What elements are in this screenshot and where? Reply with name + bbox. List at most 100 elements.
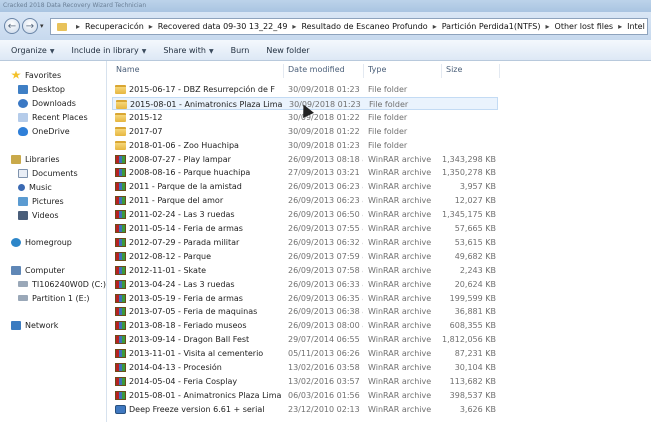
winrar-archive-icon — [115, 349, 126, 359]
nav-network[interactable]: Network — [11, 319, 58, 331]
file-name: 2012-08-12 - Parque — [129, 251, 212, 261]
file-row[interactable]: 2013-09-14 - Dragon Ball Fest 29/07/2014 … — [112, 333, 498, 346]
column-divider[interactable] — [441, 64, 442, 78]
column-divider[interactable] — [283, 64, 284, 78]
file-row[interactable]: 2013-04-24 - Las 3 ruedas 26/09/2013 06:3… — [112, 278, 498, 291]
file-row[interactable]: 2011 - Parque del amor 26/09/2013 06:23 a… — [112, 194, 498, 207]
command-bar: Organize ▼ Include in library ▼ Share with… — [0, 40, 651, 61]
winrar-archive-icon — [115, 335, 126, 345]
organize-button[interactable]: Organize ▼ — [11, 46, 54, 55]
file-date: 26/09/2013 06:35 a... — [288, 293, 363, 303]
breadcrumb-separator-icon[interactable]: ▸ — [433, 22, 437, 31]
nav-label: TI106240W0D (C:) — [32, 279, 107, 289]
breadcrumb-separator-icon[interactable]: ▸ — [618, 22, 622, 31]
winrar-archive-icon — [115, 279, 126, 289]
file-size: 2,243 KB — [459, 265, 496, 275]
file-date: 26/09/2013 06:23 a... — [288, 196, 363, 206]
column-header-date[interactable]: Date modified — [288, 65, 345, 77]
file-name: 2012-07-29 - Parada militar — [129, 237, 240, 247]
file-row[interactable]: 2013-07-05 - Feria de maquinas 26/09/2013… — [112, 305, 498, 318]
file-row[interactable]: 2015-08-01 - Animatronics Plaza Lima N..… — [112, 389, 498, 402]
breadcrumb-item[interactable]: Intel — [627, 22, 645, 31]
forward-button[interactable]: → — [22, 18, 38, 34]
nav-documents[interactable]: Documents — [18, 167, 78, 179]
file-row[interactable]: 2014-04-13 - Procesión 13/02/2016 03:58 .… — [112, 361, 498, 374]
file-date: 29/07/2014 06:55 ... — [288, 335, 363, 345]
file-row[interactable]: 2008-07-27 - Play lampar 26/09/2013 08:18… — [112, 153, 498, 166]
column-header-size[interactable]: Size — [446, 65, 462, 77]
file-row[interactable]: 2012-08-12 - Parque 26/09/2013 07:59 a...… — [112, 250, 498, 263]
downloads-icon — [18, 98, 28, 108]
file-type: File folder — [368, 112, 408, 122]
nav-desktop[interactable]: Desktop — [18, 83, 65, 95]
nav-drive-c[interactable]: TI106240W0D (C:) — [18, 278, 106, 290]
nav-libraries[interactable]: Libraries — [11, 153, 60, 165]
file-date: 05/11/2013 06:26 ... — [288, 349, 363, 359]
file-row[interactable]: 2011 - Parque de la amistad 26/09/2013 06… — [112, 180, 498, 193]
nav-onedrive[interactable]: OneDrive — [18, 125, 70, 137]
burn-button[interactable]: Burn — [231, 46, 250, 55]
network-icon — [11, 320, 21, 330]
hard-drive-icon — [18, 295, 28, 301]
breadcrumb-item[interactable]: Partición Perdida1(NTFS) — [442, 22, 541, 31]
file-row[interactable]: 2012-11-01 - Skate26/09/2013 07:58 a...W… — [112, 264, 498, 277]
column-header-name[interactable]: Name — [116, 65, 140, 77]
winrar-archive-icon — [115, 293, 126, 303]
file-type: File folder — [368, 85, 408, 94]
file-name: 2011-02-24 - Las 3 ruedas — [129, 210, 235, 220]
breadcrumb-separator-icon[interactable]: ▸ — [76, 22, 80, 31]
star-icon — [11, 70, 21, 79]
breadcrumb-separator-icon[interactable]: ▸ — [149, 22, 153, 31]
breadcrumb-item[interactable]: Recuperacicón — [85, 22, 144, 31]
breadcrumb-item[interactable]: Other lost files — [555, 22, 614, 31]
file-row[interactable]: 2008-08-16 - Parque huachipa 27/09/2013 0… — [112, 166, 498, 179]
libraries-icon — [11, 154, 21, 164]
recent-pages-dropdown[interactable]: ▾ — [40, 22, 44, 30]
file-row[interactable]: 2012-07-29 - Parada militar 26/09/2013 06… — [112, 236, 498, 249]
breadcrumb-item[interactable]: Recovered data 09-30 13_22_49 — [158, 22, 288, 31]
new-folder-button[interactable]: New folder — [266, 46, 309, 55]
file-row[interactable]: 2013-08-18 - Feriado museos 26/09/2013 08… — [112, 319, 498, 332]
nav-pictures[interactable]: Pictures — [18, 195, 64, 207]
winrar-archive-icon — [115, 307, 126, 317]
nav-drive-e[interactable]: Partition 1 (E:) — [18, 292, 90, 304]
file-row[interactable]: 2011-05-14 - Feria de armas 26/09/2013 07… — [112, 222, 498, 235]
column-header-type[interactable]: Type — [368, 65, 386, 77]
file-row[interactable]: 2013-11-01 - Visita al cementerio 05/11/2… — [112, 347, 498, 360]
share-with-button[interactable]: Share with ▼ — [163, 46, 213, 55]
file-date: 30/09/2018 01:22 ... — [288, 112, 363, 122]
column-divider[interactable] — [363, 64, 364, 78]
address-bar[interactable]: ▸ Recuperacicón ▸ Recovered data 09-30 13_2… — [50, 18, 648, 35]
file-row[interactable]: 2014-05-04 - Feria Cosplay 13/02/2016 03:… — [112, 375, 498, 388]
file-row[interactable]: Deep Freeze version 6.61 + serial 23/12/2… — [112, 403, 498, 416]
chevron-down-icon: ▼ — [141, 47, 147, 55]
winrar-archive-icon — [115, 224, 126, 233]
file-date: 26/09/2013 06:50 a... — [288, 210, 363, 220]
folder-icon — [57, 22, 67, 31]
nav-favorites[interactable]: Favorites — [11, 69, 61, 81]
file-name: 2015-08-01 - Animatronics Plaza Lima N..… — [129, 390, 282, 400]
file-date: 26/09/2013 06:38 a... — [288, 307, 363, 317]
nav-videos[interactable]: Videos — [18, 209, 59, 221]
breadcrumb-separator-icon[interactable]: ▸ — [292, 22, 296, 31]
nav-label: Desktop — [32, 84, 65, 94]
nav-music[interactable]: Music — [18, 181, 52, 193]
breadcrumb-item[interactable]: Resultado de Escaneo Profundo — [301, 22, 427, 31]
file-row[interactable]: 2015-06-17 - DBZ Resurrepción de F 30/09/… — [112, 83, 498, 96]
file-row[interactable]: 2013-05-19 - Feria de armas 26/09/2013 06… — [112, 292, 498, 305]
nav-homegroup[interactable]: Homegroup — [11, 236, 72, 248]
nav-computer[interactable]: Computer — [11, 264, 65, 276]
file-row[interactable]: 2017-07 30/09/2018 01:22 ... File folder — [112, 125, 498, 138]
include-in-library-button[interactable]: Include in library ▼ — [71, 46, 146, 55]
file-name: 2011-05-14 - Feria de armas — [129, 224, 243, 233]
file-size: 1,345,175 KB — [442, 210, 496, 220]
file-row[interactable]: 2018-01-06 - Zoo Huachipa 30/09/2018 01:2… — [112, 139, 498, 152]
file-size: 36,881 KB — [454, 307, 496, 317]
breadcrumb-separator-icon[interactable]: ▸ — [546, 22, 550, 31]
column-divider[interactable] — [499, 64, 500, 78]
nav-downloads[interactable]: Downloads — [18, 97, 76, 109]
nav-label: Partition 1 (E:) — [32, 293, 90, 303]
back-button[interactable]: ← — [4, 18, 20, 34]
nav-recent-places[interactable]: Recent Places — [18, 111, 88, 123]
file-row[interactable]: 2011-02-24 - Las 3 ruedas 26/09/2013 06:5… — [112, 208, 498, 221]
